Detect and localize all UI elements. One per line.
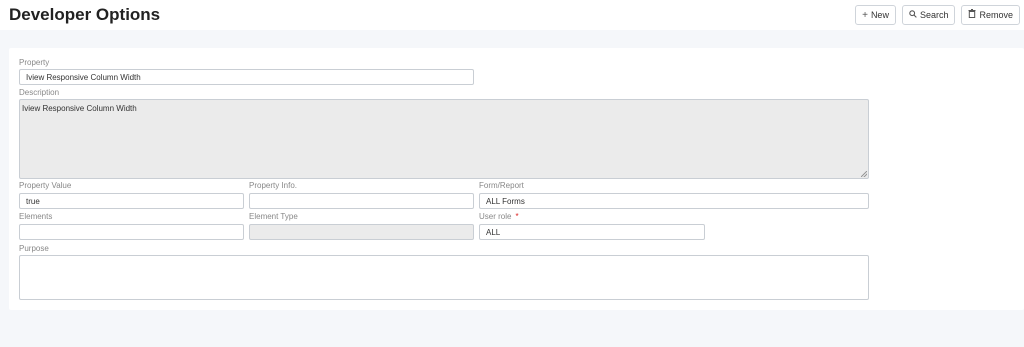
search-button-label: Search	[919, 10, 949, 20]
trash-icon	[968, 9, 976, 21]
form-card: Property Iview Responsive Column Width D…	[9, 48, 1024, 310]
plus-icon: +	[862, 9, 868, 21]
page-header: Developer Options + New Search Remove	[0, 0, 1024, 30]
elements-label: Elements	[19, 212, 53, 221]
property-value-label: Property Value	[19, 181, 72, 190]
toolbar: + New Search Remove	[855, 5, 1020, 25]
form-report-input[interactable]: ALL Forms	[479, 193, 869, 209]
required-asterisk: *	[515, 212, 519, 221]
elements-input[interactable]	[19, 224, 244, 240]
user-role-label-text: User role	[479, 212, 512, 221]
new-button-label: New	[870, 10, 889, 20]
property-label: Property	[19, 58, 50, 67]
property-value-input[interactable]: true	[19, 193, 244, 209]
purpose-label: Purpose	[19, 244, 49, 253]
user-role-input[interactable]: ALL	[479, 224, 705, 240]
property-input[interactable]: Iview Responsive Column Width	[19, 69, 474, 85]
element-type-input[interactable]	[249, 224, 474, 240]
new-button[interactable]: + New	[855, 5, 896, 25]
description-label: Description	[19, 88, 60, 97]
search-button[interactable]: Search	[901, 5, 956, 25]
resize-handle[interactable]	[861, 171, 867, 177]
search-icon	[909, 9, 917, 21]
user-role-label: User role *	[479, 212, 519, 221]
remove-button-label: Remove	[979, 10, 1013, 20]
description-text: Iview Responsive Column Width	[22, 104, 137, 113]
element-type-label: Element Type	[249, 212, 298, 221]
description-textarea[interactable]: Iview Responsive Column Width	[19, 99, 869, 179]
property-info-input[interactable]	[249, 193, 474, 209]
remove-button[interactable]: Remove	[961, 5, 1020, 25]
page-title: Developer Options	[9, 5, 161, 24]
purpose-textarea[interactable]	[19, 255, 869, 300]
property-info-label: Property Info.	[249, 181, 298, 190]
form-report-label: Form/Report	[479, 181, 524, 190]
